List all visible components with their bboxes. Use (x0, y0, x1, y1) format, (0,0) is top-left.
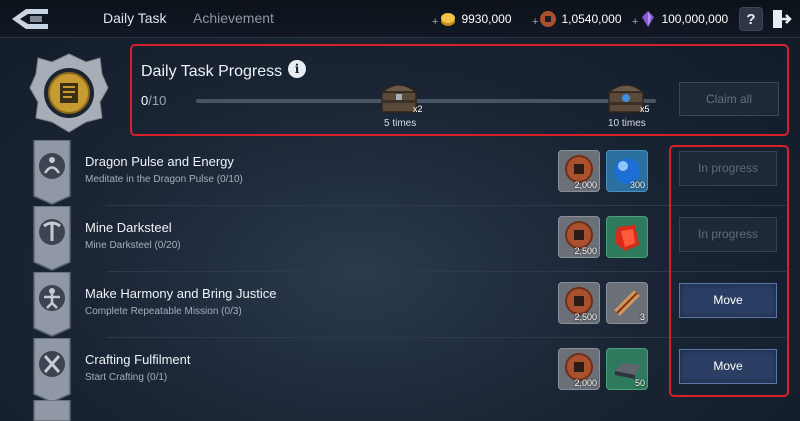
reward-slot[interactable]: 2,500 (558, 282, 600, 324)
reward-qty: 2,500 (574, 312, 597, 322)
reward-slot[interactable]: 50 (606, 348, 648, 390)
copper-coin-icon (540, 11, 557, 27)
task-subtitle: Mine Darksteel (0/20) (85, 240, 181, 251)
crafting-hammer-icon (33, 338, 71, 403)
reward-slot[interactable]: 2,000 (558, 348, 600, 390)
progress-title: Daily Task Progress (141, 63, 283, 80)
gold-amount: 9930,000 (461, 12, 512, 26)
gold-currency[interactable]: + 9930,000 (432, 8, 512, 30)
reward-slot[interactable] (606, 216, 648, 258)
task-subtitle: Meditate in the Dragon Pulse (0/10) (85, 174, 243, 185)
chest-multiplier: x5 (640, 104, 650, 114)
claim-all-button[interactable]: Claim all (679, 82, 779, 116)
tab-achievement[interactable]: Achievement (193, 10, 274, 26)
help-button[interactable]: ? (739, 7, 763, 31)
progress-total: /10 (148, 93, 167, 108)
back-icon[interactable] (8, 6, 54, 32)
chest-multiplier: x2 (413, 104, 423, 114)
task-title: Dragon Pulse and Energy (85, 154, 234, 169)
daily-task-emblem (29, 53, 109, 133)
progress-track (196, 99, 656, 103)
pickaxe-icon (33, 206, 71, 271)
reward-qty: 3 (639, 312, 645, 322)
copper-amount: 1,0540,000 (561, 12, 622, 26)
milestone-label: 5 times (384, 118, 417, 129)
reward-qty: 2,500 (574, 246, 597, 256)
red-crystal-icon (615, 225, 639, 251)
exit-icon[interactable] (770, 8, 792, 30)
reward-slot[interactable]: 2,000 (558, 150, 600, 192)
crystal-amount: 100,000,000 (661, 12, 729, 26)
info-icon[interactable]: i (288, 60, 306, 78)
task-banner-partial (33, 400, 71, 421)
tab-daily-task[interactable]: Daily Task (103, 10, 167, 26)
buttons-highlight (669, 145, 789, 397)
warrior-icon (33, 272, 71, 337)
task-title: Mine Darksteel (85, 220, 172, 235)
top-bar: Daily Task Achievement + 9930,000 + 1,05… (0, 0, 800, 38)
task-title: Crafting Fulfilment (85, 352, 191, 367)
reward-qty: 2,000 (574, 378, 597, 388)
purple-crystal-icon (642, 11, 655, 27)
copper-currency[interactable]: + 1,0540,000 (532, 8, 622, 30)
milestone-label: 10 times (608, 118, 646, 129)
meditation-icon (33, 140, 71, 205)
reward-qty: 50 (634, 378, 645, 388)
reward-slot[interactable]: 2,500 (558, 216, 600, 258)
reward-slot[interactable]: 3 (606, 282, 648, 324)
reward-slot[interactable]: 300 (606, 150, 648, 192)
gold-coin-icon (441, 13, 456, 26)
task-subtitle: Start Crafting (0/1) (85, 372, 168, 383)
crystal-currency[interactable]: + 100,000,000 (632, 8, 728, 30)
reward-qty: 300 (629, 180, 645, 190)
task-title: Make Harmony and Bring Justice (85, 286, 277, 301)
task-subtitle: Complete Repeatable Mission (0/3) (85, 306, 242, 317)
progress-count: 0/10 (141, 93, 166, 108)
reward-qty: 2,000 (574, 180, 597, 190)
